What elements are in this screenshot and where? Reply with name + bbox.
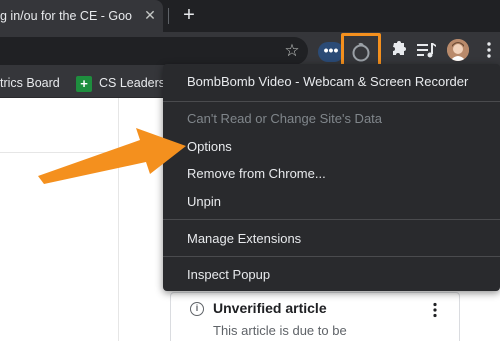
annotation-arrow — [38, 128, 186, 184]
new-tab-button[interactable]: + — [178, 4, 200, 26]
tab-strip: g in/ou for the CE - Goo ✕ + — [0, 0, 500, 32]
close-icon[interactable]: ✕ — [143, 8, 157, 22]
menu-item-extension-name[interactable]: BombBomb Video - Webcam & Screen Recorde… — [187, 74, 468, 89]
menu-item-manage-extensions[interactable]: Manage Extensions — [187, 231, 301, 246]
puzzle-icon[interactable] — [387, 40, 407, 60]
menu-separator — [163, 101, 500, 102]
browser-tab[interactable]: g in/ou for the CE - Goo ✕ — [0, 0, 163, 32]
avatar[interactable] — [447, 39, 469, 61]
menu-separator — [163, 256, 500, 257]
menu-item-unpin[interactable]: Unpin — [187, 194, 221, 209]
address-bar[interactable]: ☆ — [0, 37, 308, 65]
google-sheets-icon: + — [76, 76, 92, 92]
info-icon: i — [190, 302, 204, 316]
tab-divider — [168, 8, 169, 24]
kebab-icon[interactable] — [430, 302, 440, 318]
card-title: Unverified article — [213, 300, 327, 316]
card-text: This article is due to be — [213, 323, 347, 338]
menu-item-site-access: Can't Read or Change Site's Data — [187, 111, 383, 126]
menu-item-options[interactable]: Options — [187, 139, 232, 154]
tab-title: g in/ou for the CE - Goo — [0, 9, 133, 23]
menu-item-remove[interactable]: Remove from Chrome... — [187, 166, 326, 181]
menu-separator — [163, 219, 500, 220]
bookmark-cs-leaders[interactable]: CS Leaders — [99, 76, 165, 90]
menu-item-inspect-popup[interactable]: Inspect Popup — [187, 267, 270, 282]
media-control-icon[interactable] — [416, 40, 438, 60]
star-icon[interactable]: ☆ — [283, 42, 301, 60]
kebab-icon[interactable] — [484, 40, 494, 60]
bookmark-metrics-board[interactable]: trics Board — [0, 76, 60, 90]
